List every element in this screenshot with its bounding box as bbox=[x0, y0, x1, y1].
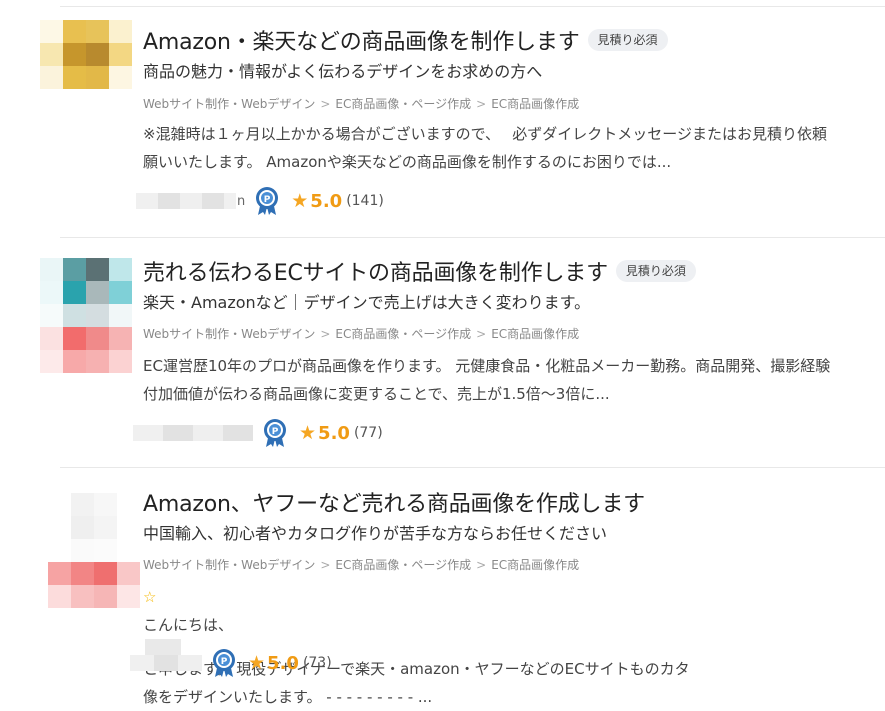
service-description: ☆ こんにちは、 と申します。 現役デザイナーで楽天・amazon・ヤフーなどのEC… bbox=[143, 583, 885, 711]
star-icon: ★ bbox=[248, 651, 266, 674]
divider bbox=[60, 467, 885, 468]
rating-value: 5.0 bbox=[267, 652, 299, 674]
seller-rating-row: P ★ 5.0 (77) bbox=[133, 418, 383, 448]
service-title[interactable]: Amazon、ヤフーなど売れる商品画像を作成します bbox=[143, 486, 645, 518]
breadcrumb: Webサイト制作・Webデザイン > EC商品画像・ページ作成 > EC商品画像作成 bbox=[143, 327, 580, 341]
star-icon: ★ bbox=[299, 421, 317, 444]
service-subtitle: 中国輸入、初心者やカタログ作りが苦手な方ならお任せください bbox=[143, 524, 608, 543]
svg-text:P: P bbox=[221, 657, 228, 667]
seller-name[interactable] bbox=[133, 425, 163, 441]
service-thumbnail[interactable] bbox=[48, 493, 140, 608]
breadcrumb-item[interactable]: EC商品画像・ページ作成 bbox=[335, 327, 471, 341]
review-count[interactable]: (73) bbox=[303, 655, 332, 671]
svg-text:P: P bbox=[272, 427, 279, 437]
rating-value: 5.0 bbox=[318, 422, 350, 444]
breadcrumb-item[interactable]: Webサイト制作・Webデザイン bbox=[143, 558, 315, 572]
breadcrumb-item[interactable]: Webサイト制作・Webデザイン bbox=[143, 327, 315, 341]
breadcrumb-item[interactable]: EC商品画像作成 bbox=[491, 327, 579, 341]
review-count[interactable]: (77) bbox=[354, 425, 383, 441]
breadcrumb-item[interactable]: EC商品画像作成 bbox=[491, 558, 579, 572]
listing-card[interactable]: Amazon、ヤフーなど売れる商品画像を作成します 中国輸入、初心者やカタログ作… bbox=[0, 0, 885, 706]
service-description: EC運営歴10年のプロが商品画像を作ります。 元健康食品・化粧品メーカー勤務。商… bbox=[143, 357, 831, 403]
medal-badge-icon: P bbox=[213, 649, 235, 677]
seller-name[interactable] bbox=[130, 655, 154, 671]
medal-badge-icon: P bbox=[264, 419, 286, 447]
breadcrumb: Webサイト制作・Webデザイン > EC商品画像・ページ作成 > EC商品画像作成 bbox=[143, 558, 580, 572]
service-subtitle: 楽天・Amazonなど｜デザインで売上げは大きく変わります。 bbox=[143, 293, 591, 312]
service-title[interactable]: 売れる伝わるECサイトの商品画像を制作します bbox=[143, 255, 608, 287]
divider bbox=[60, 237, 885, 238]
service-thumbnail[interactable] bbox=[40, 258, 132, 376]
breadcrumb-item[interactable]: EC商品画像・ページ作成 bbox=[335, 558, 471, 572]
star-outline-icon: ☆ bbox=[143, 588, 157, 606]
estimate-required-badge: 見積り必須 bbox=[615, 260, 696, 282]
seller-rating-row: P ★ 5.0 (73) bbox=[130, 648, 332, 678]
